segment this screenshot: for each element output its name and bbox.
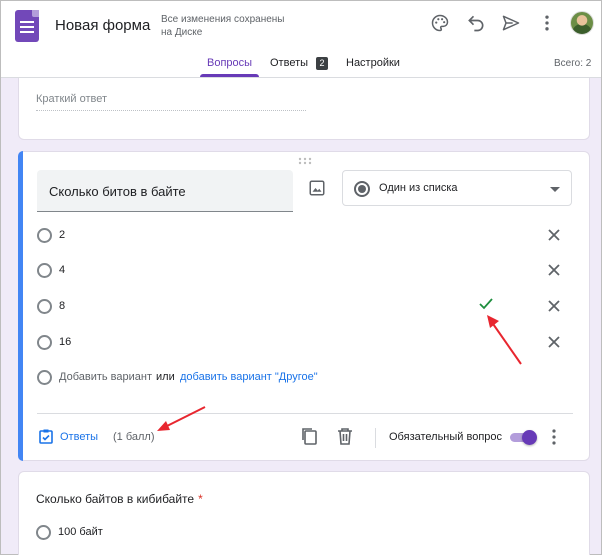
option-label[interactable]: 16 <box>59 336 71 348</box>
or-text: или <box>156 371 175 383</box>
radio-button <box>37 370 52 385</box>
next-question-title: Сколько байтов в кибибайте * <box>36 492 203 506</box>
close-icon[interactable] <box>547 263 561 277</box>
drag-handle-icon[interactable] <box>298 157 312 165</box>
answer-key-icon[interactable] <box>39 429 53 444</box>
answer-key-button[interactable]: Ответы <box>60 431 98 443</box>
tab-questions[interactable]: Вопросы <box>207 57 252 69</box>
form-title[interactable]: Новая форма <box>55 17 150 34</box>
option-row[interactable]: 100 байт <box>36 523 236 543</box>
delete-icon[interactable] <box>337 427 353 445</box>
question-title-text: Сколько битов в байте <box>49 184 186 199</box>
question-type-label: Один из списка <box>379 182 458 194</box>
option-label[interactable]: 8 <box>59 300 65 312</box>
radio-button[interactable] <box>37 228 52 243</box>
tab-responses[interactable]: Ответы <box>270 57 308 69</box>
option-label[interactable]: 2 <box>59 229 65 241</box>
previous-question-card[interactable]: Краткий ответ <box>18 78 590 140</box>
add-image-icon[interactable] <box>308 179 326 197</box>
radio-button[interactable] <box>37 299 52 314</box>
annotation-arrow-points <box>157 406 206 431</box>
duplicate-icon[interactable] <box>301 427 317 445</box>
user-avatar[interactable] <box>570 11 594 35</box>
radio-button[interactable] <box>37 263 52 278</box>
forms-logo-icon[interactable] <box>15 10 39 42</box>
required-toggle[interactable] <box>508 430 537 445</box>
close-icon[interactable] <box>547 335 561 349</box>
option-row[interactable]: 2 <box>37 226 567 246</box>
required-label: Обязательный вопрос <box>389 431 503 443</box>
close-icon[interactable] <box>547 228 561 242</box>
more-vert-icon[interactable] <box>551 429 557 445</box>
question-type-select[interactable]: Один из списка <box>342 170 572 206</box>
annotation-arrow-check <box>487 315 522 365</box>
add-other-option-link[interactable]: добавить вариант "Другое" <box>180 371 318 383</box>
add-option-row[interactable]: Добавить вариант или добавить вариант "Д… <box>37 368 567 388</box>
send-icon[interactable] <box>501 13 521 33</box>
active-card-indicator <box>18 151 23 461</box>
add-option-link[interactable]: Добавить вариант <box>59 371 152 383</box>
active-tab-indicator <box>200 74 259 77</box>
total-points: Всего: 2 <box>554 58 592 69</box>
palette-icon[interactable] <box>430 13 450 33</box>
option-row[interactable]: 4 <box>37 261 567 281</box>
active-question-card[interactable]: Сколько битов в байте Один из списка 2 4… <box>18 151 590 461</box>
radio-button[interactable] <box>36 525 51 540</box>
tab-settings[interactable]: Настройки <box>346 57 400 69</box>
short-answer-placeholder: Краткий ответ <box>36 93 108 105</box>
required-asterisk: * <box>198 492 203 506</box>
footer-separator <box>375 428 376 448</box>
footer-divider <box>37 413 573 414</box>
option-label: 100 байт <box>58 526 103 538</box>
points-label: (1 балл) <box>113 431 155 443</box>
radio-button[interactable] <box>37 335 52 350</box>
responses-count-badge: 2 <box>316 57 328 70</box>
next-question-card[interactable]: Сколько байтов в кибибайте * 100 байт <box>18 471 590 555</box>
close-icon[interactable] <box>547 299 561 313</box>
option-label[interactable]: 4 <box>59 264 65 276</box>
top-header: Новая форма Все изменения сохранены на Д… <box>1 1 601 78</box>
question-title-field[interactable]: Сколько битов в байте <box>37 170 293 212</box>
short-answer-line <box>36 110 306 111</box>
undo-icon[interactable] <box>466 13 486 33</box>
chevron-down-icon <box>550 187 560 192</box>
save-status: Все изменения сохранены на Диске <box>161 14 285 38</box>
more-vert-icon[interactable] <box>537 13 557 33</box>
radio-type-icon <box>354 181 370 197</box>
